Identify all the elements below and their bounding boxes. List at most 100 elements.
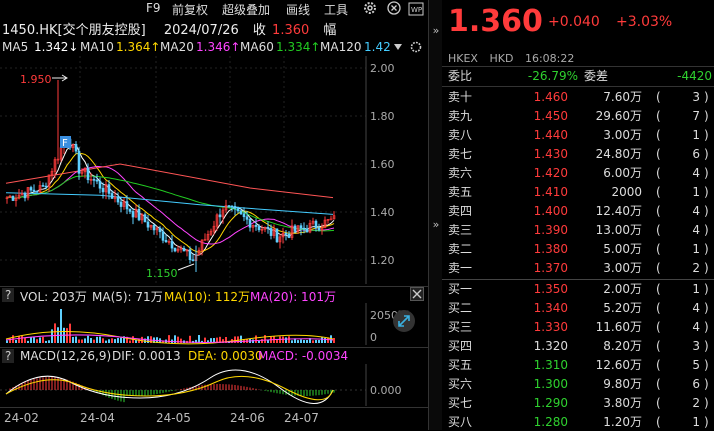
bid-row[interactable]: 买一 1.350 2.00万 1 (): [442, 281, 714, 298]
bid-row[interactable]: 买五 1.310 12.60万 5 (): [442, 357, 714, 374]
price-tick-label: 1.20: [370, 254, 395, 267]
bid-price: 1.320: [533, 339, 568, 353]
ask-level-name: 卖四: [448, 204, 473, 218]
ask-row[interactable]: 卖六 1.420 6.00万 4 (): [442, 165, 714, 182]
volume-bar: [84, 338, 86, 343]
ma20-value: 1.346↑: [196, 40, 241, 54]
ma60-label: MA60: [240, 40, 274, 54]
ask-row[interactable]: 卖一 1.370 3.00万 2 (): [442, 260, 714, 277]
candle-body: [239, 210, 243, 215]
ma20-label: MA20: [160, 40, 194, 54]
chart-toolbar: F9 前复权 超级叠加 画线 工具 WP: [0, 0, 428, 18]
volume-bar: [21, 335, 23, 343]
volume-bar: [282, 336, 284, 343]
bid-row[interactable]: 买七 1.290 3.80万 2 (): [442, 395, 714, 412]
ask-row[interactable]: 卖七 1.430 24.80万 6 (): [442, 146, 714, 163]
candle-body: [182, 247, 186, 252]
price-tick-label: 1.80: [370, 110, 395, 123]
volume-bar: [24, 337, 26, 343]
bid-row[interactable]: 买六 1.300 9.80万 6 (): [442, 376, 714, 393]
bid-volume: 2.00万: [603, 282, 642, 296]
candle-body: [116, 196, 120, 203]
ask-volume: 5.00万: [603, 242, 642, 256]
volume-bar: [288, 336, 290, 343]
paren-close: ): [704, 320, 709, 334]
f-marker[interactable]: F: [60, 136, 71, 149]
paren-close: ): [704, 301, 709, 315]
svg-text:WP: WP: [411, 6, 422, 14]
expand-icon[interactable]: [393, 310, 415, 332]
ask-row[interactable]: 卖四 1.400 12.40万 4 (): [442, 203, 714, 220]
gear-icon[interactable]: [362, 0, 378, 19]
f9-button[interactable]: F9: [146, 1, 161, 15]
candle-body: [41, 185, 45, 187]
bid-row[interactable]: 买三 1.330 11.60万 4 (): [442, 319, 714, 336]
candle-body: [170, 241, 174, 249]
volume-bar: [78, 339, 80, 343]
expand-right-icon[interactable]: »: [429, 24, 443, 37]
bid-price: 1.330: [533, 320, 568, 334]
bid-volume: 12.60万: [595, 358, 642, 372]
bid-row[interactable]: 买八 1.280 1.20万 1 (): [442, 414, 714, 431]
bid-level-name: 买三: [448, 320, 473, 334]
draw-button[interactable]: 画线: [286, 1, 310, 18]
volume-bar: [48, 340, 50, 343]
bid-count: 1: [692, 415, 700, 429]
paren-open: (: [656, 261, 661, 275]
ask-level-name: 卖八: [448, 128, 473, 142]
volume-bar: [33, 337, 35, 343]
macd-chart-area[interactable]: 0.000: [0, 364, 428, 406]
tools-button[interactable]: 工具: [324, 1, 348, 18]
ask-volume: 3.00万: [603, 261, 642, 275]
date-tick-3: 24-05: [156, 411, 191, 425]
ask-row[interactable]: 卖十 1.460 7.60万 3 (): [442, 89, 714, 106]
paren-close: ): [704, 166, 709, 180]
overlay-button[interactable]: 超级叠加: [222, 1, 270, 18]
collapse-left-icon[interactable]: »: [429, 218, 443, 231]
volume-bar: [105, 340, 107, 343]
candle-body: [269, 228, 273, 236]
ask-row[interactable]: 卖九 1.450 29.60万 7 (): [442, 108, 714, 125]
paren-close: ): [704, 261, 709, 275]
vol-help-icon[interactable]: ?: [2, 288, 15, 302]
bid-row[interactable]: 买四 1.320 8.20万 3 (): [442, 338, 714, 355]
bid-count: 4: [692, 320, 700, 334]
ask-row[interactable]: 卖八 1.440 3.00万 1 (): [442, 127, 714, 144]
candle-body: [95, 179, 99, 182]
volume-chart-area[interactable]: 2050万 0: [0, 303, 428, 345]
paren-open: (: [656, 282, 661, 296]
close-icon[interactable]: [386, 0, 402, 19]
paren-open: (: [656, 185, 661, 199]
bid-row[interactable]: 买二 1.340 5.20万 4 (): [442, 300, 714, 317]
ask-book: 卖十 1.460 7.60万 3 () 卖九 1.450 29.60万 7 () 卖八 1.440 3.…: [442, 89, 714, 279]
volume-bar: [81, 339, 83, 343]
ask-count: 7: [692, 109, 700, 123]
ask-row[interactable]: 卖五 1.410 2000 1 (): [442, 184, 714, 201]
low-arrow-line: [177, 263, 195, 271]
ask-row[interactable]: 卖二 1.380 5.00万 1 (): [442, 241, 714, 258]
price-chart-area[interactable]: 1.950 1.150 F 2.00 1.80 1.60 1.40 1.20: [0, 56, 428, 284]
volume-bar: [120, 337, 122, 343]
bid-price: 1.310: [533, 358, 568, 372]
market-info: HKEX HKD 16:08:22: [448, 52, 574, 65]
price-change: +0.040: [548, 14, 600, 30]
wp-icon[interactable]: WP: [408, 2, 424, 19]
macd-help-icon[interactable]: ?: [2, 349, 15, 363]
kline-chart-panel[interactable]: F9 前复权 超级叠加 画线 工具 WP 1450.HK[交个朋友控股] 202…: [0, 0, 428, 430]
candle-body: [98, 180, 102, 189]
quote-panel: 1.360 +0.040 +3.03% HKEX HKD 16:08:22 委比…: [442, 0, 714, 430]
bid-count: 3: [692, 339, 700, 353]
vol-close-icon[interactable]: [410, 287, 424, 304]
bid-volume: 8.20万: [603, 339, 642, 353]
restore-button[interactable]: 前复权: [172, 1, 208, 18]
paren-open: (: [656, 358, 661, 372]
ask-volume: 6.00万: [603, 166, 642, 180]
low-annotation: 1.150: [146, 263, 195, 280]
ma5-value: 1.342↓: [34, 40, 79, 54]
volume-bar: [333, 337, 335, 343]
ask-row[interactable]: 卖三 1.390 13.00万 4 (): [442, 222, 714, 239]
candle-body: [101, 187, 105, 193]
ma-settings-icon[interactable]: [390, 40, 426, 57]
ask-price: 1.370: [533, 261, 568, 275]
volume-bar: [66, 328, 68, 343]
